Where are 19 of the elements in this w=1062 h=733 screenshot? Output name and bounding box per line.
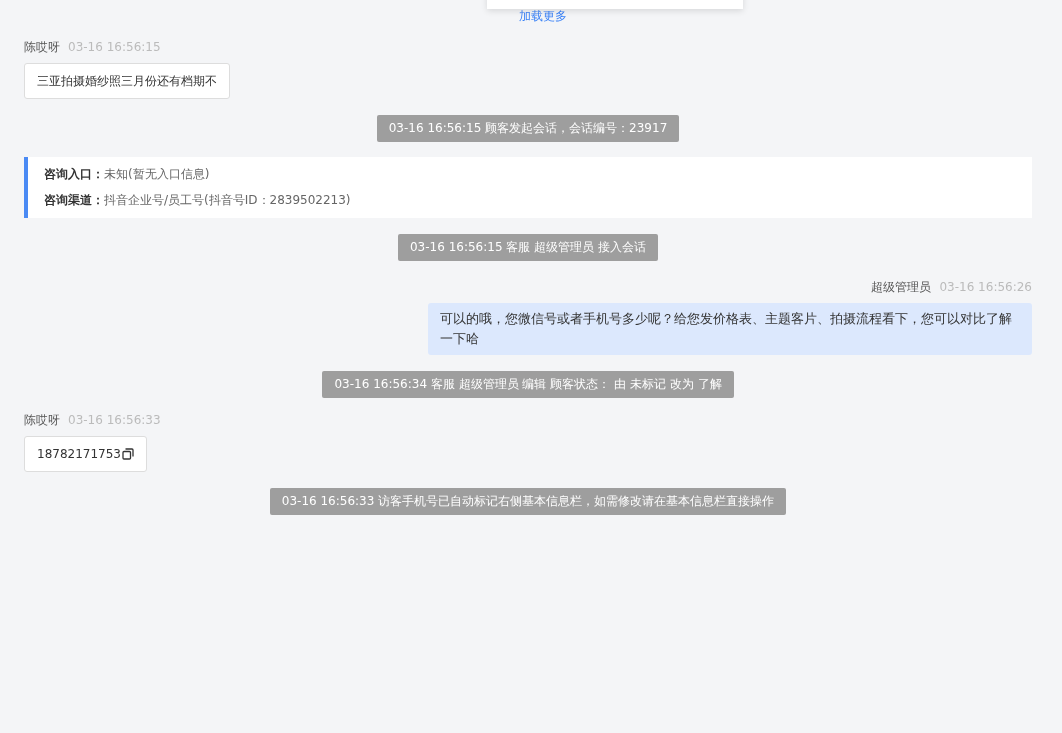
load-more-link[interactable]: 加载更多 [519, 9, 567, 23]
info-value: 未知(暂无入口信息) [104, 167, 210, 181]
sender-name: 陈哎呀 [24, 39, 60, 56]
message-time: 03-16 16:56:26 [939, 280, 1032, 294]
system-notice: 03-16 16:56:33 访客手机号已自动标记右侧基本信息栏，如需修改请在基本信息栏直接操作 [269, 488, 787, 515]
sender-name: 陈哎呀 [24, 412, 60, 429]
system-notice: 03-16 16:56:15 客服 超级管理员 接入会话 [398, 234, 658, 261]
message-text: 三亚拍摄婚纱照三月份还有档期不 [37, 73, 217, 90]
info-value: 抖音企业号/员工号(抖音号ID：2839502213) [104, 193, 351, 207]
copy-icon[interactable] [122, 448, 134, 460]
system-notice: 03-16 16:56:15 顾客发起会话，会话编号：23917 [376, 115, 680, 142]
system-notice: 03-16 16:56:34 客服 超级管理员 编辑 顾客状态： 由 未标记 改为 了解 [322, 371, 734, 398]
message-bubble: 可以的哦，您微信号或者手机号多少呢？给您发价格表、主题客片、拍摄流程看下，您可以对比了解一下哈 [428, 303, 1032, 355]
message-text: 18782171753 [37, 446, 121, 463]
info-label: 咨询入口： [44, 167, 104, 181]
info-label: 咨询渠道： [44, 193, 104, 207]
message-time: 03-16 16:56:15 [68, 40, 161, 54]
sender-name: 超级管理员 [871, 279, 932, 296]
message-time: 03-16 16:56:33 [68, 413, 161, 427]
